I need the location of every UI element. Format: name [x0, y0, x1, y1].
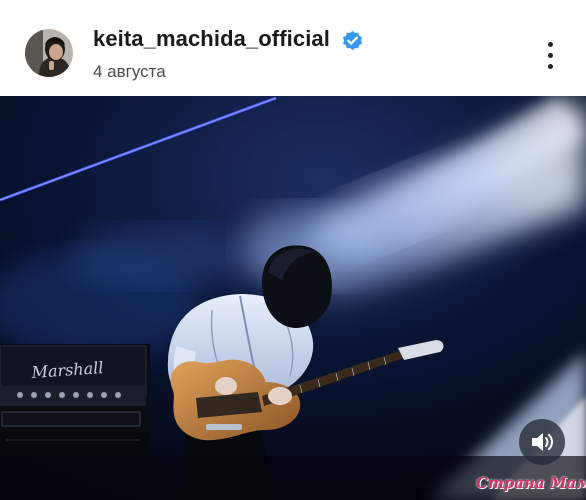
- post-header: keita_machida_official 4 августа: [0, 0, 586, 96]
- more-options-button[interactable]: [535, 38, 565, 74]
- more-dot: [548, 42, 553, 47]
- more-dot: [548, 64, 553, 69]
- watermark-logo: Страна Мам: [476, 474, 586, 492]
- username[interactable]: keita_machida_official: [93, 26, 330, 52]
- post-video[interactable]: Marshall: [0, 96, 586, 500]
- avatar-photo: [25, 29, 73, 77]
- speaker-volume-icon: [532, 433, 553, 451]
- amp-stack: Marshall: [0, 344, 150, 456]
- avatar[interactable]: [25, 29, 73, 77]
- concert-photo: Marshall: [0, 96, 586, 500]
- more-dot: [548, 53, 553, 58]
- post-date: 4 августа: [93, 62, 166, 81]
- sound-toggle-button[interactable]: [519, 419, 565, 465]
- verified-badge-icon: [342, 30, 363, 51]
